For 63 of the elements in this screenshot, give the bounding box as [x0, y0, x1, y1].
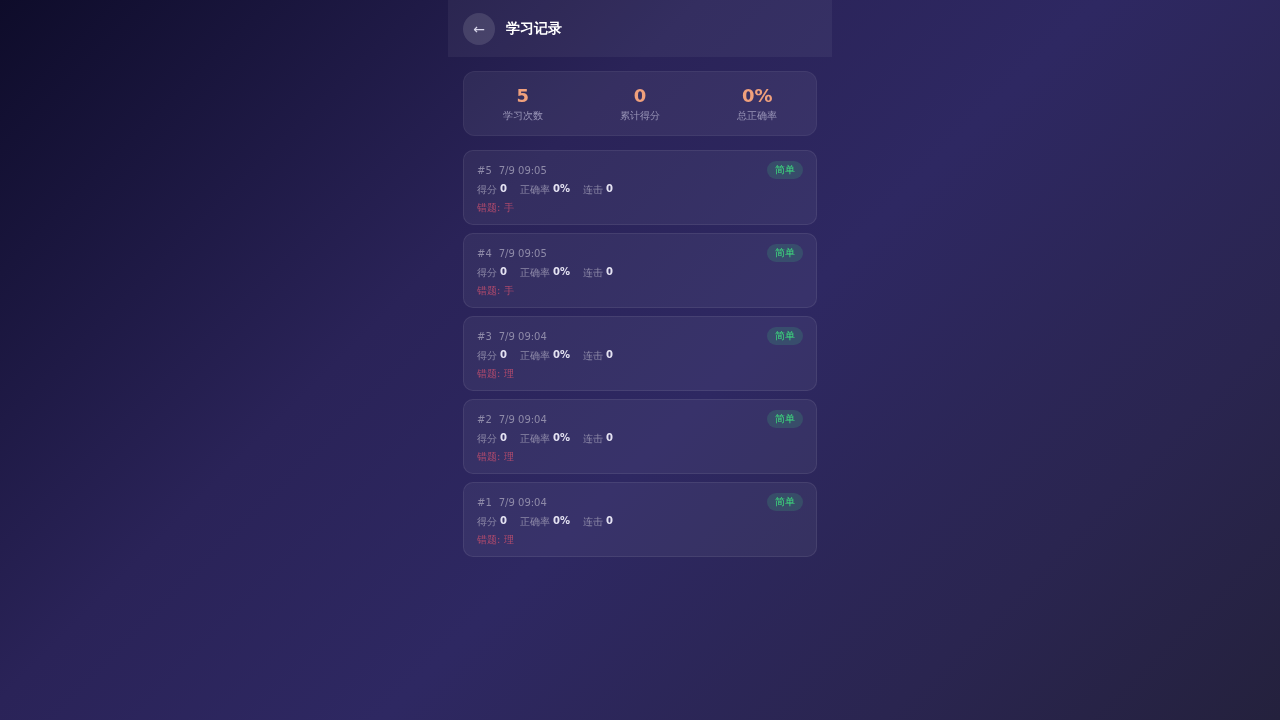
stat-value: 0%	[552, 515, 570, 528]
stat-label: 正确率	[519, 266, 550, 280]
record-index: #4	[477, 247, 492, 259]
record-time: 7/9 09:04	[498, 496, 547, 508]
stat-label: 得分	[477, 349, 497, 363]
record-time: 7/9 09:04	[498, 413, 547, 425]
back-button[interactable]: ←	[463, 12, 495, 45]
record-index: #2	[477, 413, 492, 425]
record-card[interactable]: #1 7/9 09:04 简单 得分 0 正确率 0% 连击 0 错题: 理	[463, 482, 817, 557]
stat-label: 得分	[477, 266, 497, 280]
difficulty-tag: 简单	[767, 327, 803, 345]
stat-value: 0	[605, 183, 613, 196]
stat-value: 0	[500, 266, 507, 279]
stat-value: 0	[605, 515, 613, 528]
record-index: #3	[477, 330, 492, 342]
stat-label: 连击	[582, 266, 603, 280]
stat-label: 正确率	[519, 515, 550, 529]
stat-label: 得分	[477, 183, 497, 197]
stat-value: 0	[605, 349, 613, 362]
stat-value: 0	[633, 84, 647, 106]
record-card[interactable]: #2 7/9 09:04 简单 得分 0 正确率 0% 连击 0 错题: 理	[463, 399, 817, 474]
stat-value: 0%	[552, 266, 570, 279]
stat-value: 0	[605, 266, 613, 279]
record-time: 7/9 09:04	[498, 330, 547, 342]
mistake-text: 错题: 理	[477, 450, 515, 464]
stat-label: 正确率	[519, 349, 550, 363]
stat-value: 0%	[552, 349, 570, 362]
stat-value: 0%	[552, 432, 570, 445]
record-time: 7/9 09:05	[498, 164, 547, 176]
stat-value: 5	[516, 84, 529, 106]
stat-value: 0	[500, 183, 507, 196]
stat-value: 0	[500, 515, 507, 528]
difficulty-tag: 简单	[767, 410, 803, 428]
record-index: #1	[477, 496, 492, 508]
difficulty-tag: 简单	[767, 493, 803, 511]
stat-value: 0	[500, 432, 507, 445]
page-title: 学习记录	[506, 19, 562, 38]
stat-label: 得分	[477, 432, 497, 446]
difficulty-tag: 简单	[767, 244, 803, 262]
stat-value: 0	[500, 349, 507, 362]
mistake-text: 错题: 理	[477, 533, 515, 547]
stat-value: 0	[605, 432, 613, 445]
stat-label: 得分	[477, 515, 497, 529]
stat-label: 学习次数	[502, 108, 543, 123]
record-index: #5	[477, 164, 492, 176]
stat-label: 总正确率	[737, 108, 778, 123]
stat-label: 累计得分	[620, 108, 660, 123]
record-card[interactable]: #5 7/9 09:05 简单 得分 0 正确率 0% 连击 0 错题: 手	[463, 150, 817, 225]
stat-label: 连击	[582, 183, 603, 197]
mistake-text: 错题: 理	[477, 367, 515, 381]
stat-label: 正确率	[519, 432, 550, 446]
stat-label: 连击	[582, 349, 603, 363]
record-card[interactable]: #3 7/9 09:04 简单 得分 0 正确率 0% 连击 0 错题: 理	[463, 316, 817, 391]
mistake-text: 错题: 手	[477, 284, 515, 298]
stat-value: 0%	[742, 84, 773, 106]
mistake-text: 错题: 手	[477, 201, 515, 215]
stat-label: 正确率	[519, 183, 550, 197]
record-time: 7/9 09:05	[498, 247, 547, 259]
stat-label: 连击	[582, 432, 603, 446]
record-card[interactable]: #4 7/9 09:05 简单 得分 0 正确率 0% 连击 0 错题: 手	[463, 233, 817, 308]
difficulty-tag: 简单	[767, 161, 803, 179]
stat-label: 连击	[582, 515, 603, 529]
stat-value: 0%	[552, 183, 570, 196]
